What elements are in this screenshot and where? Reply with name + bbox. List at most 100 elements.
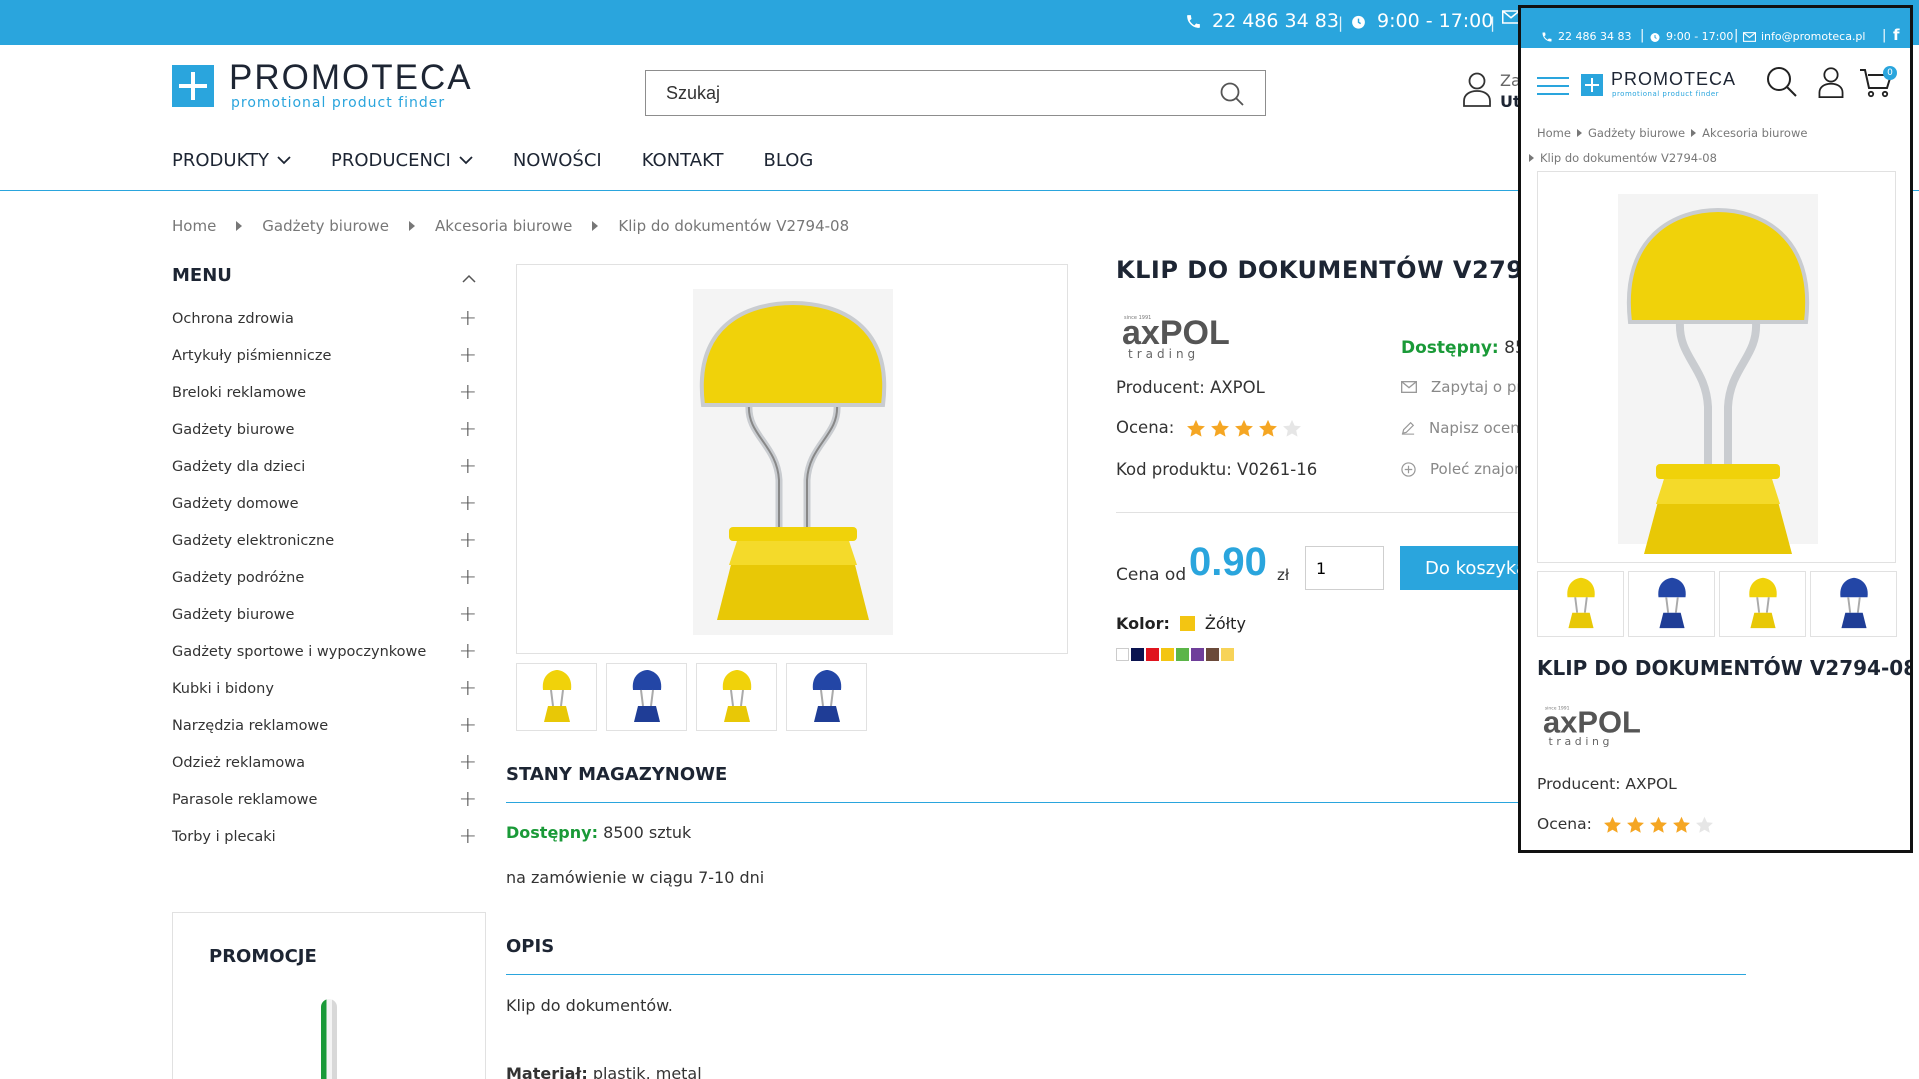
swatch-green[interactable] [1176, 648, 1189, 661]
user-icon[interactable] [1817, 66, 1845, 102]
swatch-red[interactable] [1146, 648, 1159, 661]
facebook-icon[interactable]: f [1893, 26, 1900, 44]
mobile-phone-contact[interactable]: 22 486 34 83 [1541, 30, 1631, 43]
plus-icon[interactable]: + [459, 787, 477, 812]
sidebar-item[interactable]: Parasole reklamowe + [172, 781, 477, 818]
plus-icon[interactable]: + [459, 602, 477, 627]
star-rating[interactable] [1603, 816, 1714, 834]
search-input[interactable] [666, 81, 1186, 105]
sidebar-item-label: Ochrona zdrowia [172, 310, 294, 327]
thumbnail-yellow[interactable] [1537, 571, 1624, 637]
sidebar-item[interactable]: Torby i plecaki + [172, 818, 477, 855]
plus-icon[interactable]: + [459, 491, 477, 516]
breadcrumb-office-gadgets[interactable]: Gadżety biurowe [1588, 126, 1685, 140]
mobile-brand-logo[interactable]: since 1991 axPOL trading [1543, 703, 1643, 753]
sidebar-item[interactable]: Artykuły piśmiennicze + [172, 337, 477, 374]
quantity-input[interactable] [1305, 546, 1384, 590]
plus-icon[interactable]: + [459, 528, 477, 553]
search-icon[interactable] [1219, 81, 1245, 111]
thumbnail-yellow[interactable] [1719, 571, 1806, 637]
hamburger-menu-icon[interactable] [1537, 75, 1569, 97]
plus-icon[interactable]: + [459, 565, 477, 590]
mobile-product-image[interactable] [1537, 171, 1896, 563]
sidebar-item[interactable]: Gadżety elektroniczne + [172, 522, 477, 559]
search-icon[interactable] [1766, 66, 1798, 102]
price-value: 0.90 [1189, 540, 1267, 584]
sidebar-item[interactable]: Ochrona zdrowia + [172, 300, 477, 337]
product-main-image[interactable] [516, 264, 1068, 654]
nav-blog[interactable]: BLOG [764, 150, 814, 171]
phone-number[interactable]: 22 486 34 83 [1212, 10, 1339, 32]
plus-icon[interactable]: + [459, 750, 477, 775]
sidebar-item[interactable]: Kubki i bidony + [172, 670, 477, 707]
thumbnail-blue[interactable] [1810, 571, 1897, 637]
sidebar-item-label: Breloki reklamowe [172, 384, 307, 401]
breadcrumb-home[interactable]: Home [172, 217, 216, 235]
plus-icon[interactable]: + [459, 676, 477, 701]
ask-about-product-link[interactable]: Zapytaj o pr [1401, 378, 1523, 396]
nav-contact[interactable]: KONTAKT [642, 150, 724, 171]
breadcrumb-office-gadgets[interactable]: Gadżety biurowe [262, 217, 389, 235]
promo-product-image[interactable] [321, 999, 337, 1079]
sidebar-item[interactable]: Gadżety sportowe i wypoczynkowe + [172, 633, 477, 670]
star-empty-icon [1282, 419, 1301, 437]
brand-logo[interactable]: since 1991 axPOL trading [1122, 312, 1232, 366]
breadcrumb-arrow-icon [1576, 129, 1582, 137]
recommend-link[interactable]: Poleć znajon [1401, 460, 1524, 478]
nav-news[interactable]: NOWOŚCI [513, 150, 602, 171]
sidebar-item[interactable]: Gadżety domowe + [172, 485, 477, 522]
main-nav: PRODUKTY PRODUCENCI NOWOŚCI KONTAKT BLOG [172, 150, 853, 171]
user-icon[interactable] [1462, 71, 1492, 111]
logo-name[interactable]: PROMOTECA [229, 58, 473, 98]
nav-products[interactable]: PRODUKTY [172, 150, 291, 171]
description-text: Klip do dokumentów. [506, 996, 673, 1015]
sidebar-item-label: Gadżety sportowe i wypoczynkowe [172, 643, 427, 660]
chevron-up-icon[interactable] [462, 268, 476, 287]
swatch-navy[interactable] [1131, 648, 1144, 661]
mobile-breadcrumb: Home Gadżety biurowe Akcesoria biurowe Klip… [1529, 121, 1902, 171]
product-title: KLIP DO DOKUMENTÓW V2794-08 [1116, 256, 1586, 284]
star-rating[interactable] [1186, 419, 1302, 438]
breadcrumb-home[interactable]: Home [1537, 126, 1571, 140]
swatch-brown[interactable] [1206, 648, 1219, 661]
sidebar-item[interactable]: Gadżety biurowe + [172, 411, 477, 448]
phone-contact[interactable]: 22 486 34 83 [1185, 10, 1339, 32]
rating-label: Ocena: [1537, 815, 1592, 833]
breadcrumb-arrow-icon [1529, 154, 1534, 162]
swatch-light-yellow[interactable] [1221, 648, 1234, 661]
sidebar-item[interactable]: Odzież reklamowa + [172, 744, 477, 781]
breadcrumb-office-accessories[interactable]: Akcesoria biurowe [435, 217, 572, 235]
nav-producers[interactable]: PRODUCENCI [331, 150, 473, 171]
hours-text: 9:00 - 17:00 [1377, 10, 1494, 32]
mobile-email-contact[interactable]: info@promoteca.pl [1743, 30, 1865, 43]
sidebar-item[interactable]: Gadżety dla dzieci + [172, 448, 477, 485]
thumbnail-blue[interactable] [606, 663, 687, 731]
plus-icon[interactable]: + [459, 824, 477, 849]
swatch-purple[interactable] [1191, 648, 1204, 661]
mobile-email: info@promoteca.pl [1761, 30, 1866, 43]
swatch-white[interactable] [1116, 648, 1129, 661]
plus-icon[interactable]: + [459, 306, 477, 331]
clock-icon [1352, 15, 1365, 29]
sidebar-item[interactable]: Gadżety biurowe + [172, 596, 477, 633]
thumbnail-yellow[interactable] [516, 663, 597, 731]
plus-icon[interactable]: + [459, 639, 477, 664]
plus-icon[interactable]: + [459, 417, 477, 442]
sidebar-item[interactable]: Breloki reklamowe + [172, 374, 477, 411]
plus-icon[interactable]: + [459, 343, 477, 368]
write-review-link[interactable]: Napisz ocenę [1401, 419, 1529, 437]
swatch-yellow[interactable] [1161, 648, 1174, 661]
mobile-logo-name[interactable]: PROMOTECA [1611, 69, 1736, 90]
sidebar-item[interactable]: Gadżety podróżne + [172, 559, 477, 596]
thumbnail-blue[interactable] [1628, 571, 1715, 637]
logo-cross-icon[interactable] [1581, 74, 1603, 96]
sidebar-item[interactable]: Narzędzia reklamowe + [172, 707, 477, 744]
breadcrumb-office-accessories[interactable]: Akcesoria biurowe [1702, 126, 1807, 140]
stock-section-title: STANY MAGAZYNOWE [506, 764, 728, 785]
plus-icon[interactable]: + [459, 380, 477, 405]
plus-icon[interactable]: + [459, 454, 477, 479]
plus-icon[interactable]: + [459, 713, 477, 738]
logo-cross-icon[interactable] [172, 65, 214, 107]
thumbnail-blue[interactable] [786, 663, 867, 731]
thumbnail-yellow[interactable] [696, 663, 777, 731]
